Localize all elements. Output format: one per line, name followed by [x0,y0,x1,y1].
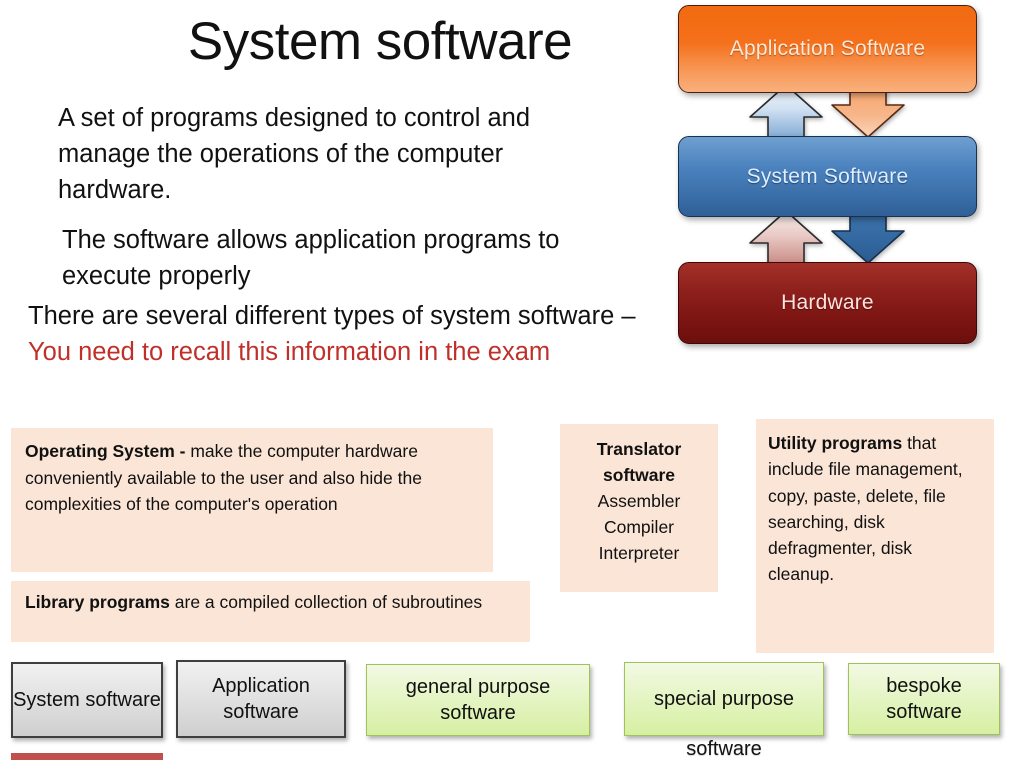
info-box-utility-programs-heading: Utility programs [768,433,903,453]
info-box-operating-system: Operating System - make the computer har… [11,428,493,572]
category-box-general-purpose-software-label: general purpose software [405,675,551,724]
info-box-library-programs-body: are a compiled collection of subroutines [169,592,483,612]
category-box-application-software-label: Application software [212,674,310,723]
info-box-translator-software: Translator software Assembler Compiler I… [560,424,718,592]
info-box-library-programs-heading: Library programs [25,592,170,612]
intro-paragraph-3-accent: You need to recall this information in t… [28,338,551,367]
category-box-general-purpose-software[interactable]: general purpose software [366,664,590,736]
info-box-translator-item-interpreter: Interpreter [598,542,680,563]
info-box-translator-heading-line-1: Translator [596,439,682,459]
category-box-bespoke-software-label: bespoke software [886,674,962,723]
info-box-operating-system-heading: Operating System - [25,441,186,461]
software-layer-diagram: Application Software System Software Har… [660,0,1000,352]
info-box-translator-heading-line-2: software [603,464,675,485]
diagram-layer-system-software-label: System Software [746,164,909,188]
intro-paragraph-1: A set of programs designed to control an… [58,104,531,205]
diagram-layer-hardware: Hardware [678,262,977,344]
info-box-library-programs: Library programs are a compiled collecti… [11,581,530,642]
diagram-layer-application-software-label: Application Software [729,37,926,60]
hardware-to-system-arrow-icon [749,210,823,265]
info-box-utility-programs-body: that include file management, copy, past… [768,433,963,585]
system-software-underline [11,753,163,760]
category-box-special-purpose-software-label: special purpose [653,687,795,710]
info-box-translator-item-assembler: Assembler [597,490,681,511]
info-box-utility-programs: Utility programs that include file manag… [756,419,994,653]
info-box-translator-item-compiler: Compiler [603,516,675,537]
intro-paragraph-3-lead: There are several different types of sys… [28,302,636,330]
intro-paragraph-2: The software allows application programs… [62,226,560,291]
diagram-layer-system-software: System Software [678,136,977,217]
category-box-bespoke-software[interactable]: bespoke software [848,663,1000,735]
category-box-special-purpose-software[interactable]: special purpose [624,662,824,736]
category-box-application-software[interactable]: Application software [176,660,346,738]
intro-paragraph-3: There are several different types of sys… [28,298,648,370]
category-box-system-software-label: System software [13,688,161,711]
page-title: System software [187,12,573,71]
diagram-layer-hardware-label: Hardware [781,291,874,314]
system-to-hardware-arrow-icon [831,209,905,264]
category-box-special-purpose-software-overflow-label: software [686,738,762,760]
category-box-system-software[interactable]: System software [11,662,163,738]
diagram-layer-application-software: Application Software [678,5,977,93]
